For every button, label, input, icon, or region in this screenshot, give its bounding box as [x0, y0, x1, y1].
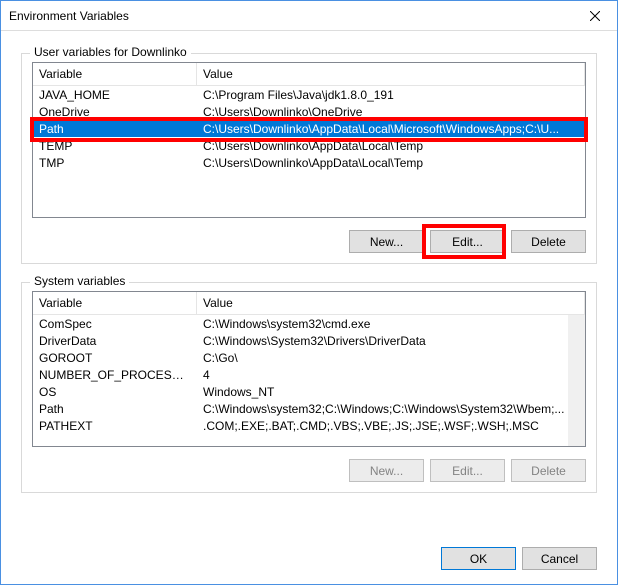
cell-value: .COM;.EXE;.BAT;.CMD;.VBS;.VBE;.JS;.JSE;.…	[197, 419, 585, 433]
cell-value: C:\Windows\system32;C:\Windows;C:\Window…	[197, 402, 585, 416]
list-header: Variable Value	[33, 292, 585, 315]
system-variables-group: System variables Variable Value ComSpec …	[21, 282, 597, 493]
col-variable[interactable]: Variable	[33, 63, 197, 85]
scrollbar[interactable]	[568, 315, 585, 446]
list-body: JAVA_HOME C:\Program Files\Java\jdk1.8.0…	[33, 86, 585, 217]
table-row[interactable]: JAVA_HOME C:\Program Files\Java\jdk1.8.0…	[33, 86, 585, 103]
cell-variable: NUMBER_OF_PROCESSORS	[33, 368, 197, 382]
system-variables-label: System variables	[30, 274, 129, 288]
cell-variable: DriverData	[33, 334, 197, 348]
window-title: Environment Variables	[9, 9, 129, 23]
system-button-row: New... Edit... Delete	[32, 459, 586, 482]
content-area: User variables for Downlinko Variable Va…	[1, 31, 617, 537]
cell-value: C:\Windows\system32\cmd.exe	[197, 317, 585, 331]
dialog-buttons: OK Cancel	[1, 537, 617, 584]
table-row[interactable]: Path C:\Windows\system32;C:\Windows;C:\W…	[33, 400, 585, 417]
delete-button[interactable]: Delete	[511, 230, 586, 253]
cell-value: C:\Windows\System32\Drivers\DriverData	[197, 334, 585, 348]
titlebar: Environment Variables	[1, 1, 617, 31]
user-variables-label: User variables for Downlinko	[30, 45, 191, 59]
table-row[interactable]: TMP C:\Users\Downlinko\AppData\Local\Tem…	[33, 154, 585, 171]
cancel-button[interactable]: Cancel	[522, 547, 597, 570]
table-row[interactable]: OneDrive C:\Users\Downlinko\OneDrive	[33, 103, 585, 120]
cell-value: C:\Users\Downlinko\AppData\Local\Microso…	[197, 122, 585, 136]
ok-button[interactable]: OK	[441, 547, 516, 570]
user-button-row: New... Edit... Delete	[32, 230, 586, 253]
delete-button[interactable]: Delete	[511, 459, 586, 482]
cell-variable: TMP	[33, 156, 197, 170]
cell-variable: OS	[33, 385, 197, 399]
cell-variable: OneDrive	[33, 105, 197, 119]
env-vars-dialog: Environment Variables User variables for…	[0, 0, 618, 585]
table-row[interactable]: GOROOT C:\Go\	[33, 349, 585, 366]
close-icon	[590, 11, 600, 21]
cell-variable: Path	[33, 402, 197, 416]
col-value[interactable]: Value	[197, 292, 585, 314]
edit-button[interactable]: Edit...	[430, 230, 505, 253]
cell-variable: Path	[33, 122, 197, 136]
new-button[interactable]: New...	[349, 230, 424, 253]
cell-value: C:\Program Files\Java\jdk1.8.0_191	[197, 88, 585, 102]
system-variables-list[interactable]: Variable Value ComSpec C:\Windows\system…	[32, 291, 586, 447]
table-row-selected[interactable]: Path C:\Users\Downlinko\AppData\Local\Mi…	[33, 120, 585, 137]
col-value[interactable]: Value	[197, 63, 585, 85]
cell-value: C:\Users\Downlinko\AppData\Local\Temp	[197, 156, 585, 170]
cell-value: Windows_NT	[197, 385, 585, 399]
table-row[interactable]: PATHEXT .COM;.EXE;.BAT;.CMD;.VBS;.VBE;.J…	[33, 417, 585, 434]
table-row[interactable]: TEMP C:\Users\Downlinko\AppData\Local\Te…	[33, 137, 585, 154]
table-row[interactable]: DriverData C:\Windows\System32\Drivers\D…	[33, 332, 585, 349]
list-header: Variable Value	[33, 63, 585, 86]
cell-variable: PATHEXT	[33, 419, 197, 433]
cell-value: 4	[197, 368, 585, 382]
user-variables-list[interactable]: Variable Value JAVA_HOME C:\Program File…	[32, 62, 586, 218]
cell-variable: ComSpec	[33, 317, 197, 331]
new-button[interactable]: New...	[349, 459, 424, 482]
close-button[interactable]	[572, 1, 617, 31]
list-body: ComSpec C:\Windows\system32\cmd.exe Driv…	[33, 315, 585, 446]
cell-variable: GOROOT	[33, 351, 197, 365]
table-row[interactable]: ComSpec C:\Windows\system32\cmd.exe	[33, 315, 585, 332]
cell-value: C:\Users\Downlinko\OneDrive	[197, 105, 585, 119]
edit-button[interactable]: Edit...	[430, 459, 505, 482]
cell-value: C:\Users\Downlinko\AppData\Local\Temp	[197, 139, 585, 153]
table-row[interactable]: NUMBER_OF_PROCESSORS 4	[33, 366, 585, 383]
col-variable[interactable]: Variable	[33, 292, 197, 314]
cell-variable: JAVA_HOME	[33, 88, 197, 102]
cell-variable: TEMP	[33, 139, 197, 153]
table-row[interactable]: OS Windows_NT	[33, 383, 585, 400]
user-variables-group: User variables for Downlinko Variable Va…	[21, 53, 597, 264]
cell-value: C:\Go\	[197, 351, 585, 365]
